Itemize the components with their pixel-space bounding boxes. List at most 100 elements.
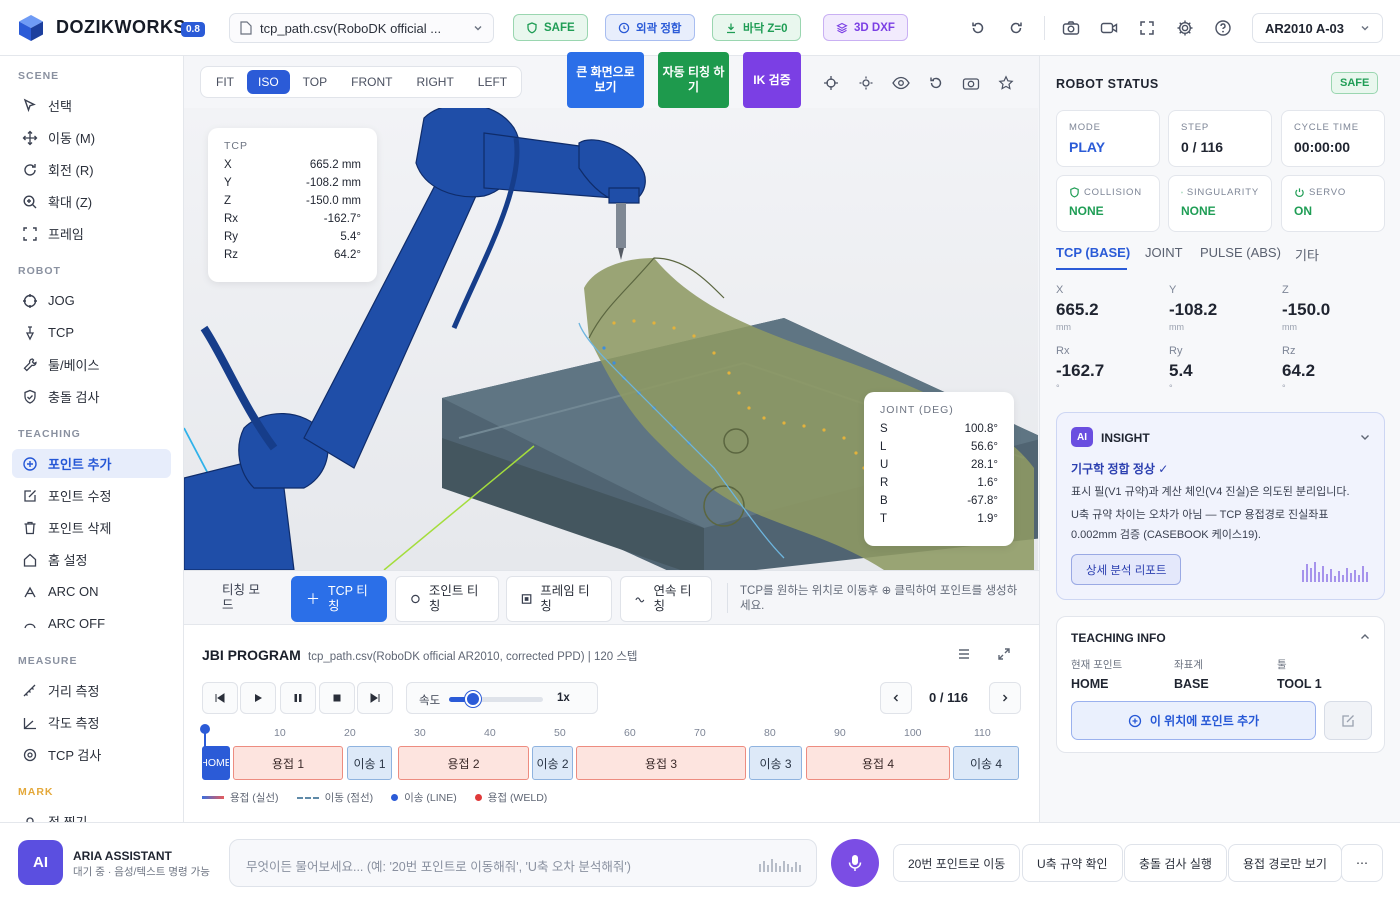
- teaching-home-set[interactable]: 홈 설정: [12, 545, 171, 574]
- measure-tcp-check[interactable]: TCP 검사: [12, 740, 171, 769]
- view-right[interactable]: RIGHT: [405, 70, 464, 94]
- help-icon[interactable]: [1212, 17, 1234, 39]
- joint-teaching-button[interactable]: 조인트 티칭: [395, 576, 499, 622]
- auto-teaching-button[interactable]: 자동 티칭 하기: [658, 52, 729, 108]
- skip-end-button[interactable]: [357, 682, 393, 714]
- teaching-arc-off[interactable]: ARC OFF: [12, 609, 171, 638]
- speed-slider-knob[interactable]: [464, 691, 481, 707]
- teaching-edit-point[interactable]: 포인트 수정: [12, 481, 171, 510]
- quick-action-collision[interactable]: 충돌 검사 실행: [1124, 844, 1227, 882]
- eye-icon[interactable]: [892, 74, 910, 92]
- safe-status-badge: SAFE: [1331, 72, 1379, 94]
- tool-select[interactable]: 선택: [12, 91, 171, 120]
- timeline-segment-weld[interactable]: 용접 1: [233, 746, 343, 780]
- chevron-up-icon[interactable]: [1359, 631, 1371, 646]
- robot-collision-check[interactable]: 충돌 검사: [12, 382, 171, 411]
- next-step-button[interactable]: [989, 682, 1021, 714]
- play-button[interactable]: [240, 682, 276, 714]
- timeline-segment-transfer[interactable]: 이송 2: [532, 746, 573, 780]
- robot-model-selector[interactable]: AR2010 A-03: [1252, 13, 1383, 43]
- chevron-down-icon: [474, 26, 482, 31]
- robot-tool-base[interactable]: 툴/베이스: [12, 350, 171, 379]
- expand-icon[interactable]: [997, 647, 1011, 664]
- mark-point[interactable]: 점 찍기: [12, 807, 171, 822]
- timeline-segment-weld[interactable]: 용접 4: [806, 746, 950, 780]
- video-icon[interactable]: [1098, 17, 1120, 39]
- star-icon[interactable]: [997, 74, 1015, 92]
- continuous-teaching-button[interactable]: 연속 티칭: [620, 576, 712, 622]
- skip-end-icon: [370, 693, 380, 703]
- tool-frame[interactable]: 프레임: [12, 219, 171, 248]
- skip-start-icon: [215, 693, 225, 703]
- frame-teaching-button[interactable]: 프레임 티칭: [506, 576, 612, 622]
- robot-tcp[interactable]: TCP: [12, 318, 171, 347]
- prev-step-button[interactable]: [880, 682, 912, 714]
- timeline-segment-transfer[interactable]: 이송 4: [953, 746, 1019, 780]
- pause-button[interactable]: [280, 682, 316, 714]
- undo-icon[interactable]: [967, 17, 989, 39]
- assistant-input[interactable]: 무엇이든 물어보세요... (예: '20번 포인트로 이동해줘', 'U축 오…: [229, 839, 817, 887]
- view-front[interactable]: FRONT: [340, 70, 403, 94]
- big-screen-button[interactable]: 큰 화면으로 보기: [567, 52, 644, 108]
- view-iso[interactable]: ISO: [247, 70, 290, 94]
- tab-joint[interactable]: JOINT: [1145, 245, 1183, 260]
- playhead-handle[interactable]: [200, 724, 210, 734]
- stop-button[interactable]: [319, 682, 355, 714]
- tool-rotate[interactable]: 회전 (R): [12, 155, 171, 184]
- quick-action-u-axis[interactable]: U축 규약 확인: [1022, 844, 1123, 882]
- floor-z-badge: 바닥 Z=0: [712, 14, 801, 41]
- crosshair-icon[interactable]: [822, 74, 840, 92]
- fullscreen-icon[interactable]: [1136, 17, 1158, 39]
- timeline-segment-weld[interactable]: 용접 2: [398, 746, 529, 780]
- file-selector[interactable]: tcp_path.csv(RoboDK official ...: [229, 13, 494, 43]
- teaching-arc-on[interactable]: ARC ON: [12, 577, 171, 606]
- measure-angle[interactable]: 각도 측정: [12, 708, 171, 737]
- quick-action-move-point[interactable]: 20번 포인트로 이동: [893, 844, 1021, 882]
- arc-off-icon: [24, 623, 36, 628]
- teaching-add-point[interactable]: 포인트 추가: [12, 449, 171, 478]
- detail-report-button[interactable]: 상세 분석 리포트: [1071, 554, 1182, 585]
- snapshot-icon[interactable]: [962, 74, 980, 92]
- timeline-segment-transfer[interactable]: 이송 1: [347, 746, 392, 780]
- safe-badge: SAFE: [513, 14, 588, 41]
- coord-x: X 665.2 mm: [1056, 284, 1099, 332]
- list-icon[interactable]: [957, 647, 971, 664]
- more-actions-button[interactable]: ⋯: [1341, 844, 1383, 882]
- chevron-down-icon[interactable]: [1359, 431, 1371, 446]
- teaching-delete-point[interactable]: 포인트 삭제: [12, 513, 171, 542]
- view-left[interactable]: LEFT: [467, 70, 518, 94]
- camera-icon[interactable]: [1060, 17, 1082, 39]
- trash-icon: [24, 521, 36, 534]
- legend-transfer-dot: [391, 794, 399, 801]
- settings-gear-icon[interactable]: [1174, 17, 1196, 39]
- robot-status-title: ROBOT STATUS: [1056, 77, 1159, 91]
- 3d-viewport[interactable]: TCP X 665.2 mm Y -108.2 mm Z -150.0 mm Rx -1…: [184, 108, 1038, 570]
- ik-verify-button[interactable]: IK 검증: [743, 52, 801, 108]
- tab-tcp-base[interactable]: TCP (BASE): [1056, 245, 1130, 260]
- robot-jog[interactable]: JOG: [12, 286, 171, 315]
- skip-start-button[interactable]: [202, 682, 238, 714]
- edit-point-button[interactable]: [1324, 701, 1372, 740]
- joint-icon: [411, 594, 420, 604]
- timeline-segment-transfer[interactable]: 이송 3: [749, 746, 802, 780]
- tcp-teaching-button[interactable]: ＋ TCP 티칭: [291, 576, 387, 622]
- quick-action-weld-path[interactable]: 용접 경로만 보기: [1228, 844, 1342, 882]
- microphone-button[interactable]: [831, 839, 879, 887]
- tool-zoom[interactable]: 확대 (Z): [12, 187, 171, 216]
- timeline-segment-weld[interactable]: 용접 3: [576, 746, 746, 780]
- speed-slider-track[interactable]: [449, 697, 543, 702]
- timeline-segment-home[interactable]: HOME: [202, 746, 230, 780]
- redo-icon[interactable]: [1005, 17, 1027, 39]
- sun-icon[interactable]: [857, 74, 875, 92]
- view-fit[interactable]: FIT: [205, 70, 245, 94]
- measure-distance[interactable]: 거리 측정: [12, 676, 171, 705]
- assistant-bar: AI ARIA ASSISTANT 대기 중 · 음성/텍스트 명령 가능 무엇…: [0, 822, 1400, 900]
- add-point-here-button[interactable]: 이 위치에 포인트 추가: [1071, 701, 1316, 740]
- timeline-tick: 100: [904, 727, 922, 739]
- reset-view-icon[interactable]: [927, 74, 945, 92]
- tcp-readout-card: TCP X 665.2 mm Y -108.2 mm Z -150.0 mm Rx -1…: [208, 128, 377, 282]
- view-top[interactable]: TOP: [292, 70, 338, 94]
- tab-other[interactable]: 기타: [1295, 245, 1319, 264]
- tab-pulse[interactable]: PULSE (ABS): [1200, 245, 1281, 260]
- tool-move[interactable]: 이동 (M): [12, 123, 171, 152]
